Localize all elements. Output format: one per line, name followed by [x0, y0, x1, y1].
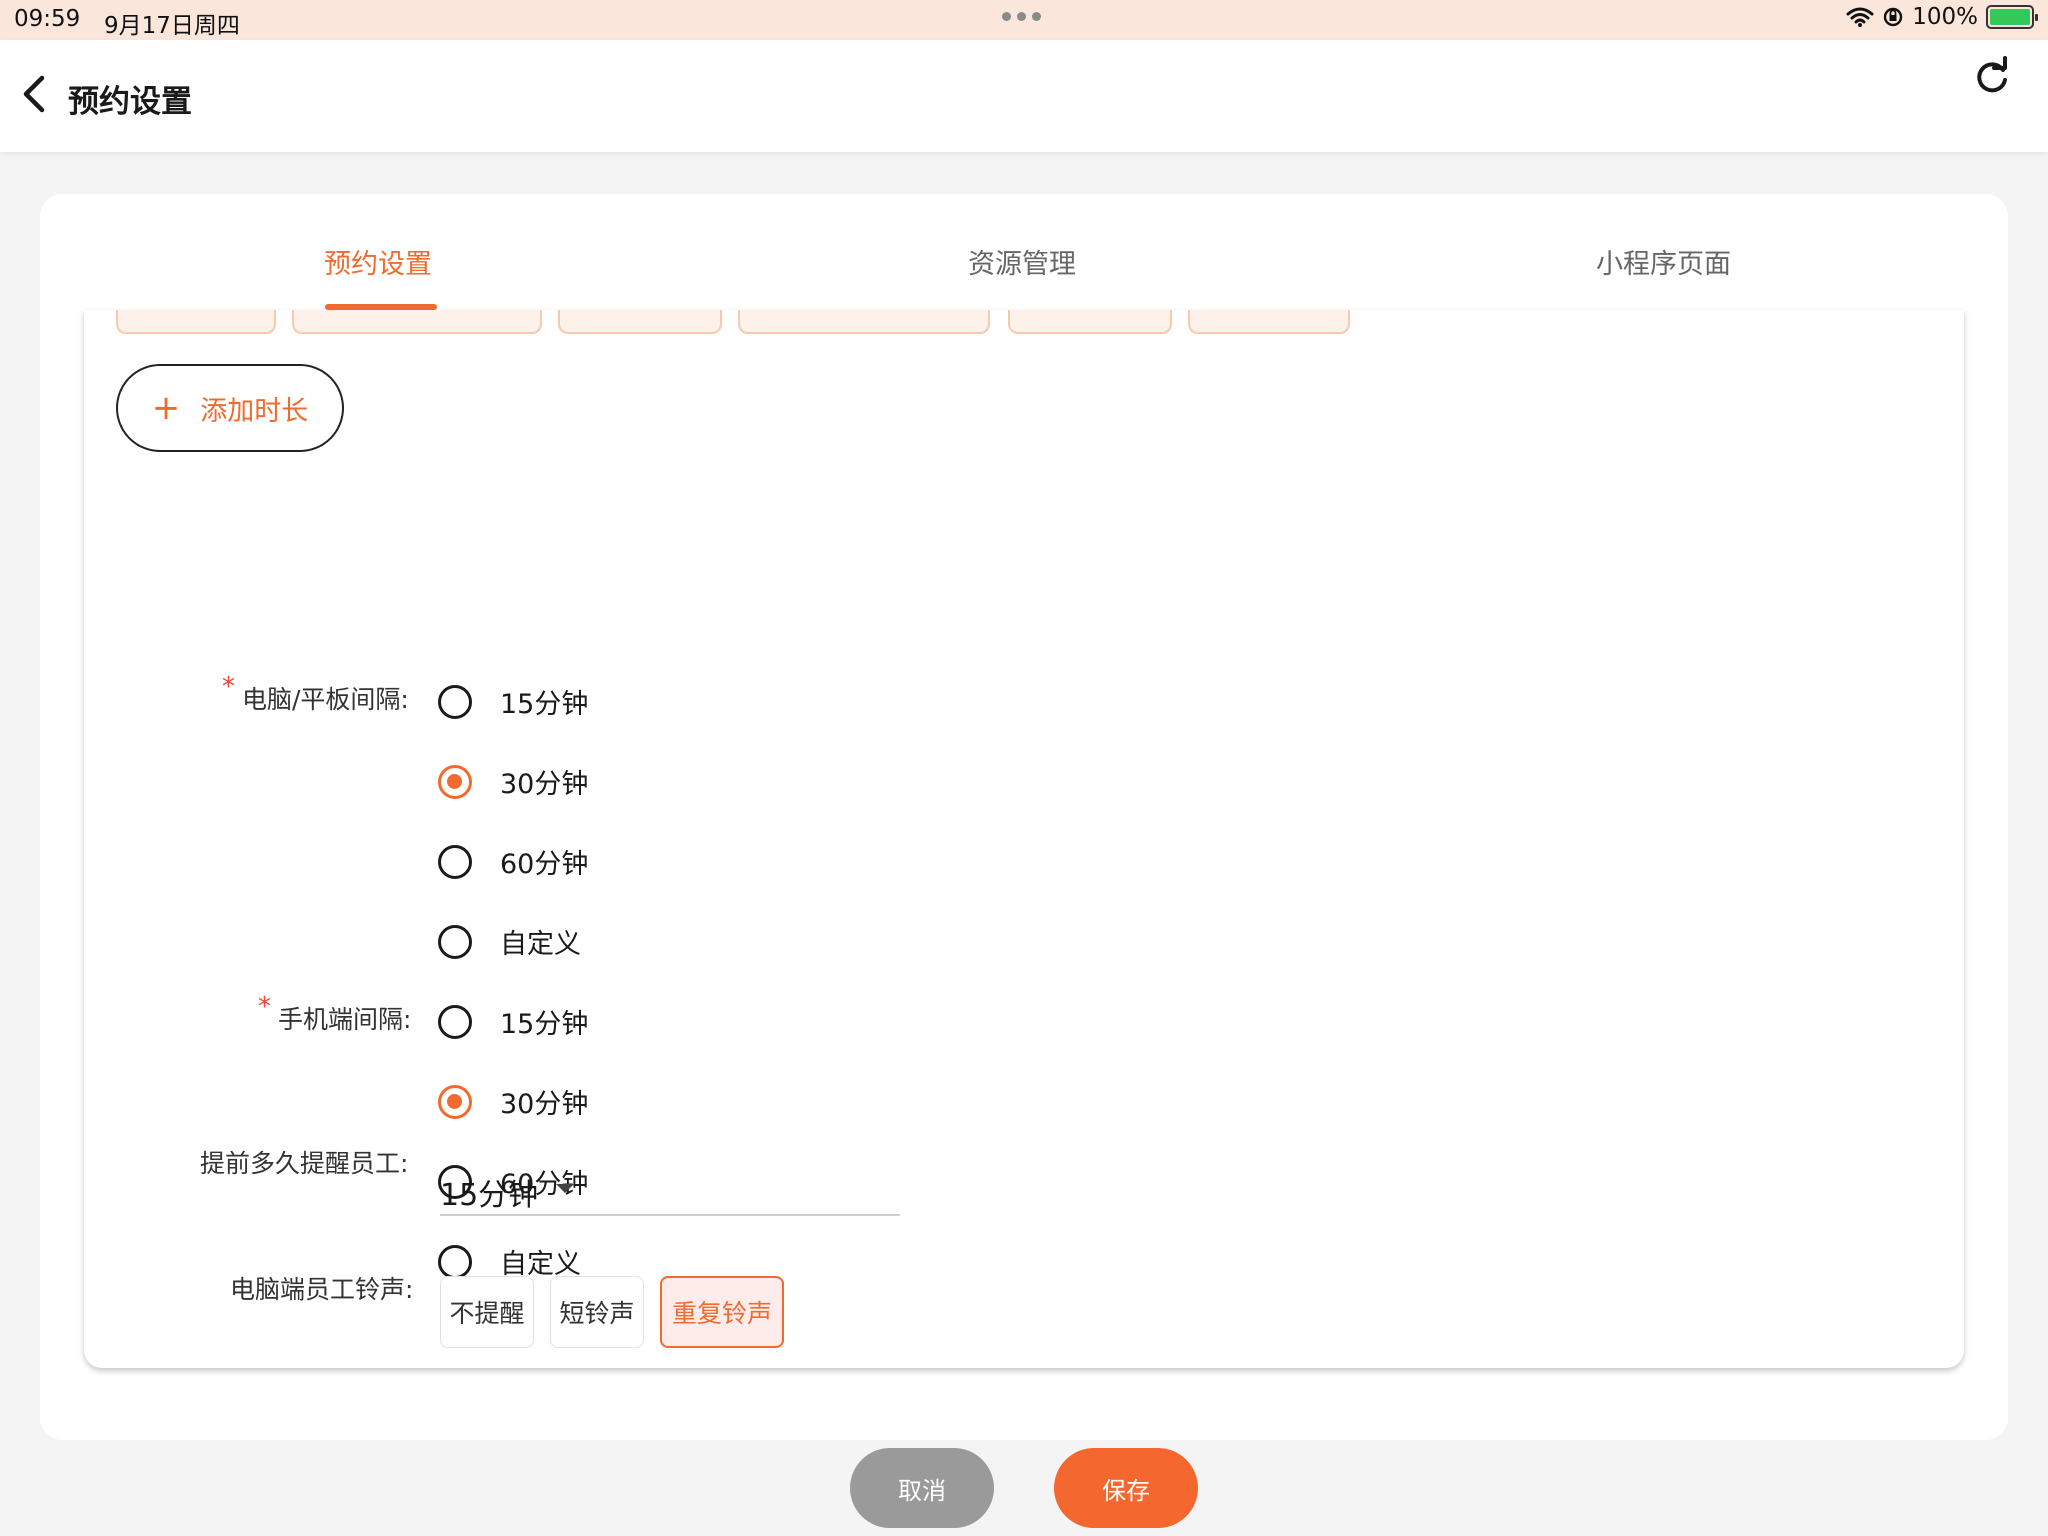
status-indicators: 100% [1846, 4, 2038, 30]
duration-chip[interactable] [292, 310, 542, 334]
duration-chip[interactable] [1008, 310, 1172, 334]
duration-chip[interactable] [738, 310, 990, 334]
tab-mini-program-page[interactable]: 小程序页面 [1596, 242, 1731, 281]
reminder-label: 提前多久提醒员工: [200, 1149, 409, 1178]
settings-card: 预约设置 资源管理 小程序页面 + 添加时长 * 电脑/平板间隔: 15分钟 3… [40, 194, 2008, 1440]
caret-down-icon [556, 1184, 574, 1193]
plus-icon: + [151, 388, 181, 428]
nav-bar: 预约设置 [0, 40, 2048, 152]
status-time: 09:59 [14, 6, 81, 32]
duration-chip-row [84, 310, 1964, 340]
status-bar: 09:59 9月17日周四 100% [0, 0, 2048, 40]
radio-button[interactable] [438, 1004, 472, 1039]
ringtone-option-short[interactable]: 短铃声 [550, 1276, 644, 1348]
duration-chip[interactable] [558, 310, 722, 334]
save-button[interactable]: 保存 [1054, 1448, 1198, 1528]
radio-button[interactable] [438, 844, 472, 879]
reminder-select[interactable]: 15分钟 [440, 1156, 900, 1216]
radio-button[interactable] [438, 924, 472, 959]
ringtone-option-none[interactable]: 不提醒 [440, 1276, 534, 1348]
mobile-interval-option-15[interactable]: 15分钟 [438, 1002, 588, 1041]
refresh-icon[interactable] [1970, 56, 2014, 100]
radio-label: 15分钟 [500, 689, 589, 720]
radio-button[interactable] [438, 684, 472, 719]
mobile-interval-option-30[interactable]: 30分钟 [438, 1082, 588, 1121]
pc-interval-option-15[interactable]: 15分钟 [438, 682, 588, 721]
ringtone-label: 电脑端员工铃声: [230, 1275, 414, 1304]
form-panel: + 添加时长 * 电脑/平板间隔: 15分钟 30分钟 60分钟 自定义 * 手… [84, 310, 1964, 1368]
duration-chip[interactable] [116, 310, 276, 334]
battery-percent: 100% [1912, 4, 1978, 30]
chevron-left-icon[interactable] [14, 72, 54, 116]
required-mark: * [258, 992, 271, 1022]
multitasking-dots-icon[interactable] [1002, 12, 1041, 21]
pc-interval-option-30[interactable]: 30分钟 [438, 762, 588, 801]
status-date: 9月17日周四 [104, 13, 240, 39]
add-duration-button[interactable]: + 添加时长 [116, 364, 344, 452]
radio-button[interactable] [438, 1244, 472, 1279]
reminder-select-value: 15分钟 [440, 1178, 539, 1213]
tab-resource-management[interactable]: 资源管理 [968, 242, 1076, 281]
radio-label: 自定义 [500, 929, 581, 960]
tab-bar: 预约设置 资源管理 小程序页面 [40, 194, 2008, 310]
pc-interval-label: 电脑/平板间隔: [242, 685, 409, 714]
page-title: 预约设置 [68, 84, 192, 120]
duration-chip[interactable] [1188, 310, 1350, 334]
pc-interval-option-custom[interactable]: 自定义 [438, 922, 581, 961]
radio-button-checked[interactable] [438, 1084, 472, 1119]
radio-label: 60分钟 [500, 849, 589, 880]
required-mark: * [222, 672, 235, 702]
radio-label: 15分钟 [500, 1009, 589, 1040]
cancel-button[interactable]: 取消 [850, 1448, 994, 1528]
orientation-lock-icon [1884, 7, 1903, 27]
radio-button-checked[interactable] [438, 764, 472, 799]
wifi-icon [1846, 7, 1874, 27]
tab-booking-settings[interactable]: 预约设置 [324, 242, 432, 281]
radio-label: 30分钟 [500, 769, 589, 800]
ringtone-option-repeat[interactable]: 重复铃声 [660, 1276, 784, 1348]
battery-icon [1986, 5, 2038, 29]
pc-interval-option-60[interactable]: 60分钟 [438, 842, 588, 881]
mobile-interval-label: 手机端间隔: [278, 1005, 412, 1034]
radio-label: 30分钟 [500, 1089, 589, 1120]
add-duration-label: 添加时长 [200, 395, 309, 427]
